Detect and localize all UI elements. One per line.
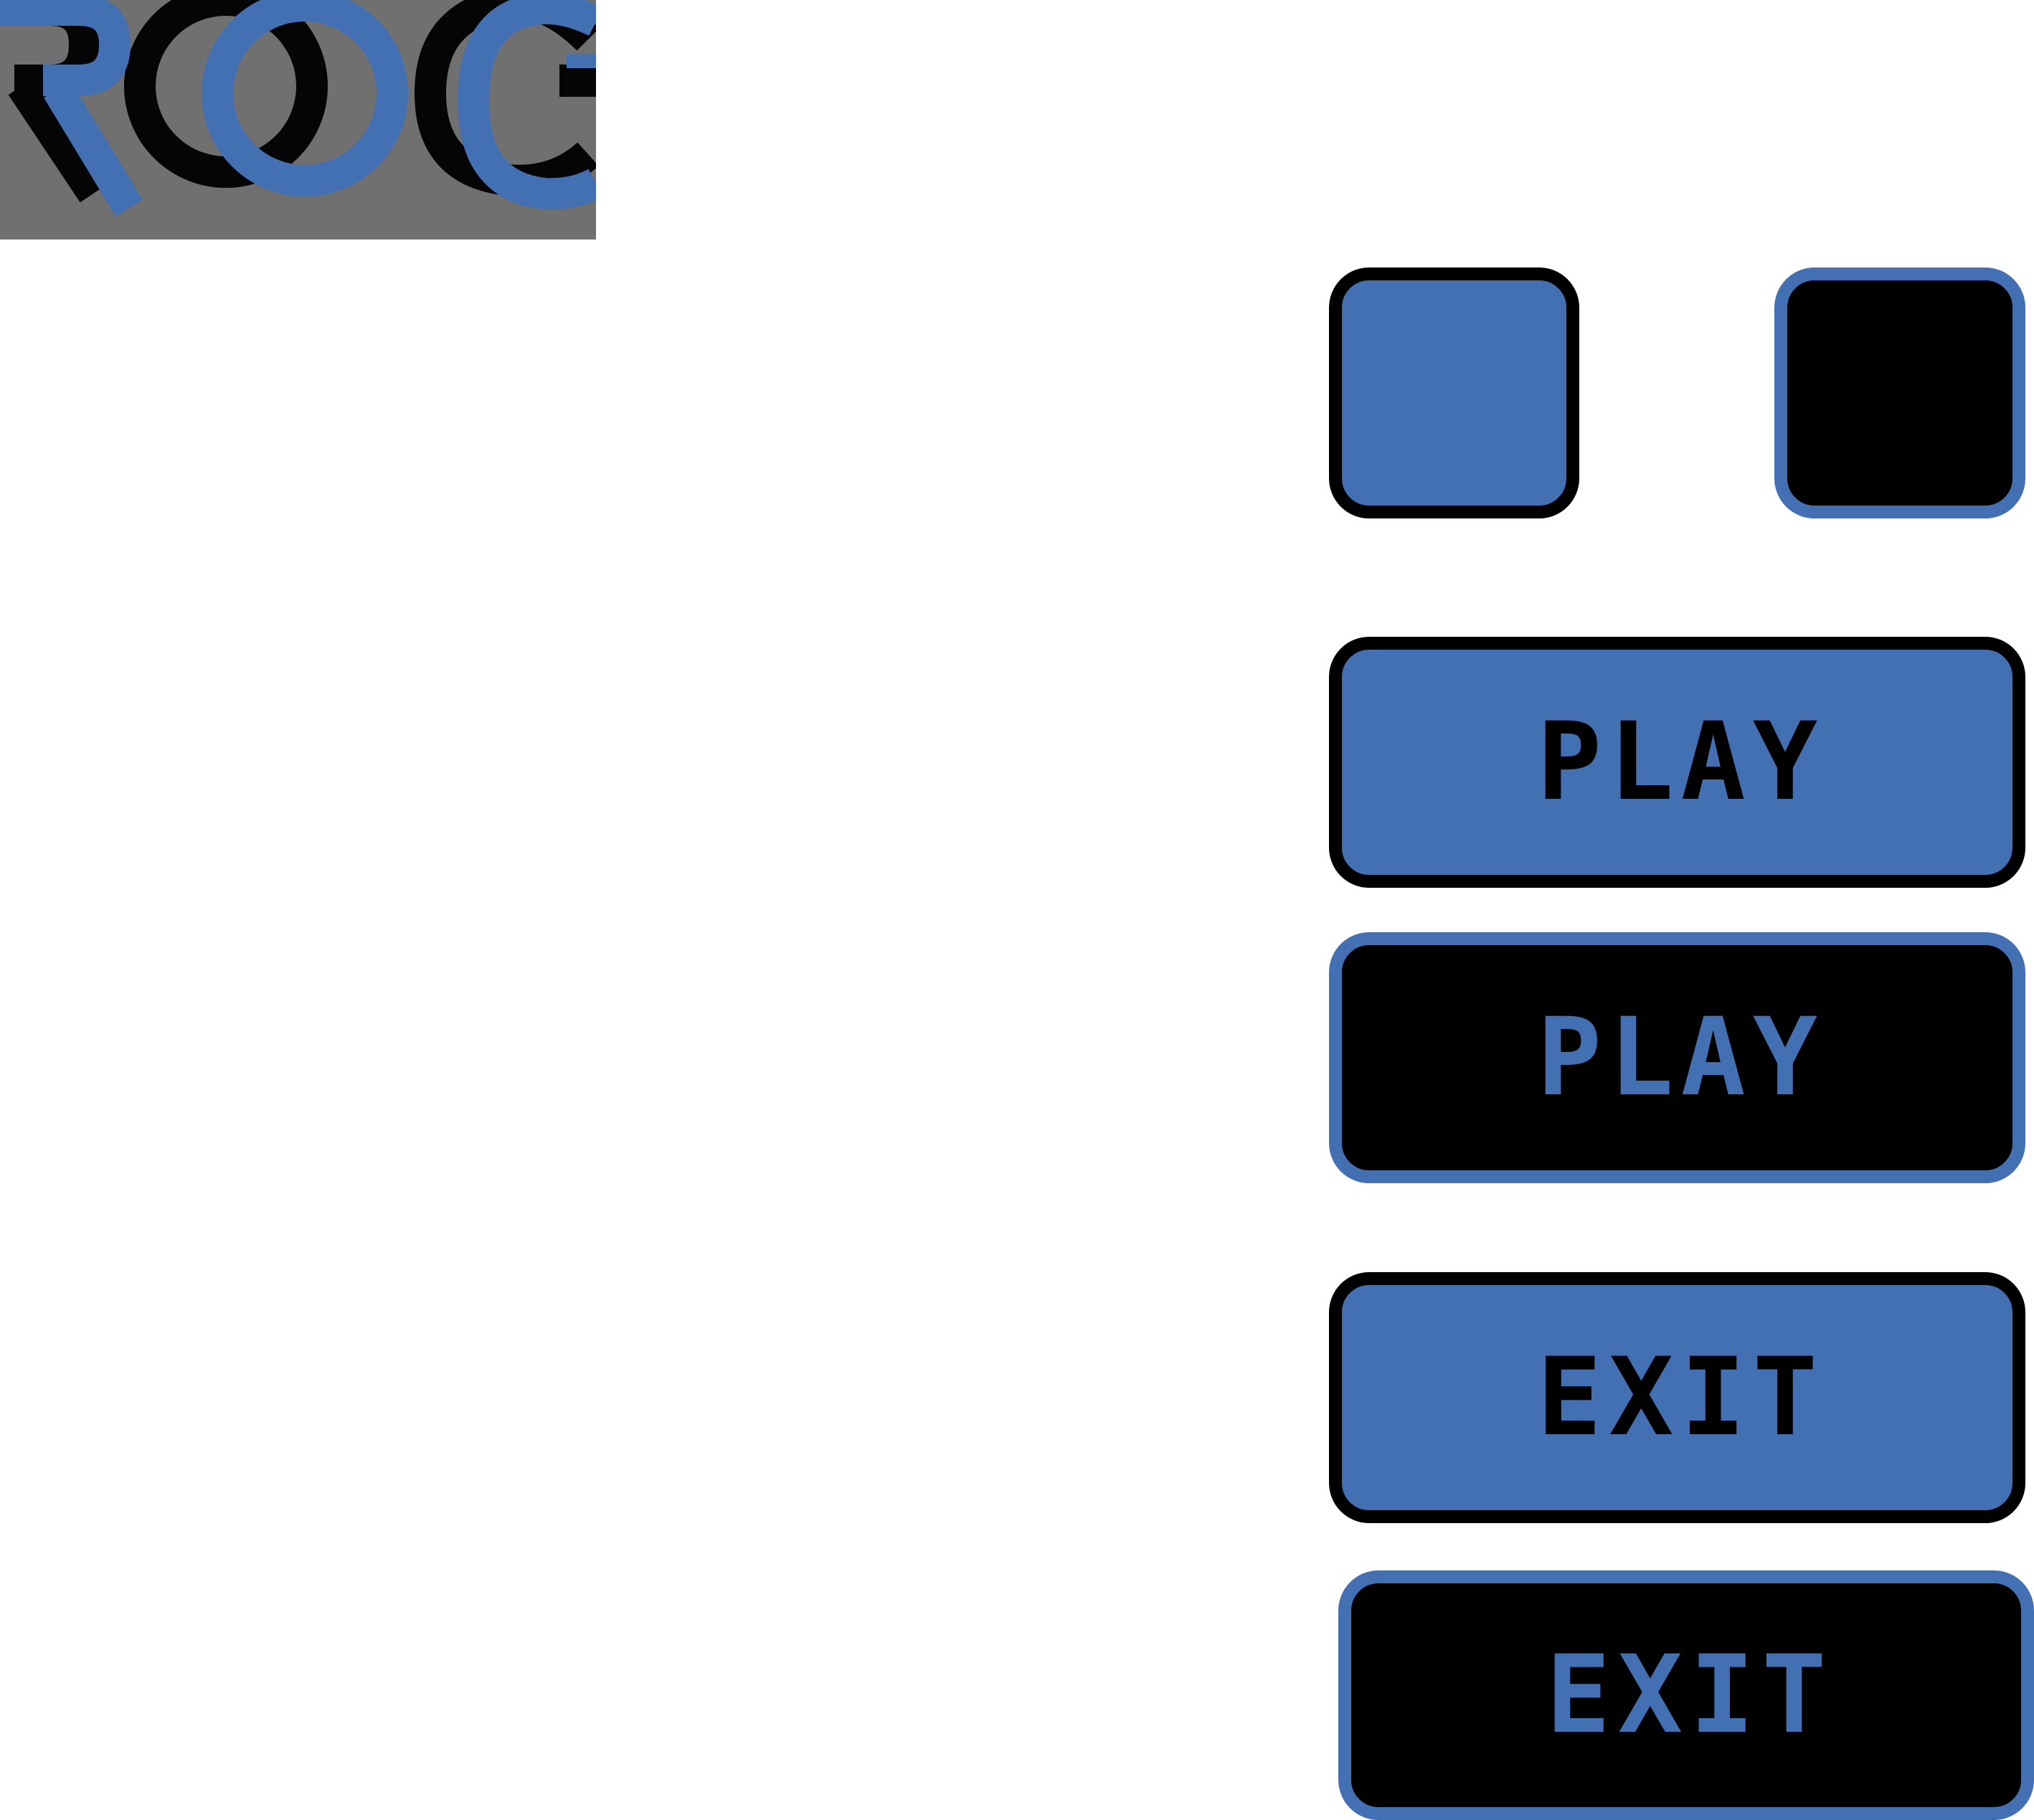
exit-button-hover[interactable]: EXIT: [1338, 1570, 2034, 1820]
game-logo: [0, 0, 596, 240]
exit-button-normal[interactable]: EXIT: [1329, 1272, 2025, 1523]
square-button-hover[interactable]: [1774, 267, 2025, 518]
play-button-normal[interactable]: PLAY: [1329, 637, 2025, 888]
play-button-label: PLAY: [1536, 995, 1825, 1120]
play-button-label: PLAY: [1536, 700, 1825, 825]
play-button-hover[interactable]: PLAY: [1329, 932, 2025, 1183]
exit-button-label: EXIT: [1546, 1633, 1834, 1758]
square-button-normal[interactable]: [1329, 267, 1579, 518]
exit-button-label: EXIT: [1536, 1335, 1825, 1460]
